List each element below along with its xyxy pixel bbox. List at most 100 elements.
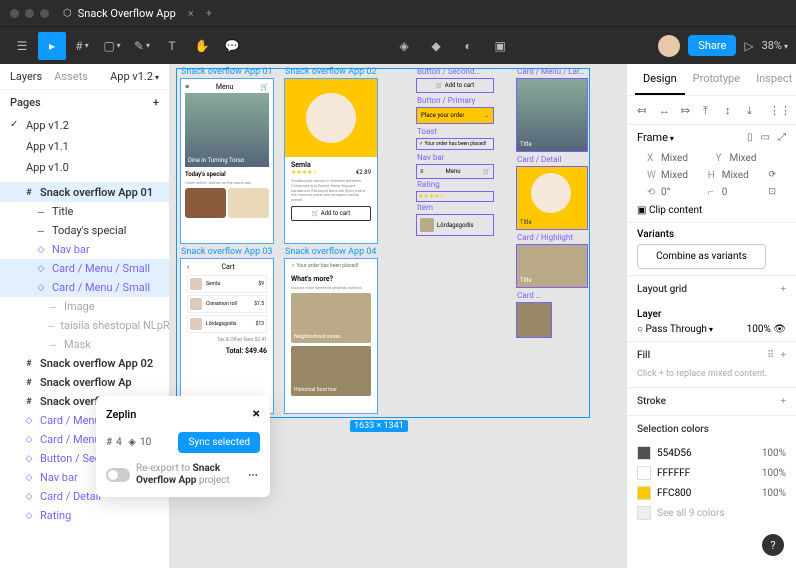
layer-row[interactable]: ─taisiia shestopal NLpRolH… <box>0 316 169 335</box>
add-grid-icon[interactable]: + <box>780 284 786 295</box>
y-field[interactable]: Mixed <box>730 153 757 164</box>
mask-icon[interactable]: ◆ <box>422 32 450 60</box>
sync-button[interactable]: Sync selected <box>178 432 260 453</box>
page-version[interactable]: App v1.2 <box>110 70 159 83</box>
combine-variants-button[interactable]: Combine as variants <box>637 244 766 269</box>
x-field[interactable]: Mixed <box>661 153 688 164</box>
add-page-icon[interactable]: + <box>153 96 159 109</box>
pen-tool[interactable]: ✎ <box>128 32 156 60</box>
tab-layers[interactable]: Layers <box>10 70 42 83</box>
corner-field[interactable]: 0 <box>722 187 728 198</box>
link-wh-icon[interactable]: ⟳ <box>768 170 776 181</box>
visibility-icon[interactable]: 👁 <box>773 324 786 335</box>
add-tab-button[interactable]: + <box>206 7 212 20</box>
align-vcenter-icon[interactable]: ↕ <box>725 104 737 116</box>
union-icon[interactable]: ▣ <box>486 32 514 60</box>
layer-row[interactable]: #Snack overflow App 01 <box>0 183 169 202</box>
opacity-field[interactable]: 100% <box>747 324 771 335</box>
page-item[interactable]: App v1.0 <box>0 157 169 178</box>
color-row[interactable]: FFC800100% <box>627 483 796 503</box>
help-button[interactable]: ? <box>762 534 784 556</box>
align-hcenter-icon[interactable]: ↔ <box>659 104 671 116</box>
align-top-icon[interactable]: ⤒ <box>703 104 715 116</box>
artboard[interactable]: Snack overflow App 04 ✓ Your order has b… <box>284 258 378 414</box>
page-item[interactable]: App v1.2 <box>0 115 169 136</box>
layer-row[interactable]: ◇Card / Menu / Small <box>0 278 169 297</box>
hero-image: Dine in Turning Torso <box>185 93 269 167</box>
align-right-icon[interactable]: ⤇ <box>681 104 693 116</box>
align-bottom-icon[interactable]: ⤓ <box>747 104 759 116</box>
shape-tool[interactable]: ▢ <box>98 32 126 60</box>
page-item[interactable]: App v1.1 <box>0 136 169 157</box>
layer-row[interactable]: ◇Nav bar <box>0 240 169 259</box>
file-tab[interactable]: Snack Overflow App <box>78 7 176 20</box>
clip-checkbox[interactable]: ▣ <box>637 205 646 216</box>
figma-icon: ⬡ <box>63 8 72 19</box>
reexport-toggle[interactable] <box>106 468 130 482</box>
variants-header: Variants <box>637 229 786 240</box>
layout-grid-header: Layout grid <box>637 284 687 295</box>
boolean-icon[interactable]: ◐ <box>454 32 482 60</box>
artboard[interactable]: Snack overflow App 02 Semla ★★★★☆€2.89 T… <box>284 78 378 244</box>
add-stroke-icon[interactable]: + <box>780 396 786 407</box>
frame-type[interactable]: Frame <box>637 131 674 144</box>
zoom-level[interactable]: 38% <box>762 39 788 52</box>
fill-hint: Click + to replace mixed content. <box>627 369 796 388</box>
frame-label: Snack overflow App 02 <box>285 67 376 77</box>
close-icon[interactable]: × <box>253 406 260 422</box>
tab-assets[interactable]: Assets <box>54 70 88 83</box>
frame-tool[interactable]: # <box>68 32 96 60</box>
tab-prototype[interactable]: Prototype <box>685 64 748 95</box>
frame-label: Snack overflow App 01 <box>181 67 272 77</box>
add-fill-icon[interactable]: + <box>780 350 786 361</box>
frame-landscape-icon[interactable]: ▭ <box>761 132 770 143</box>
frame-portrait-icon[interactable]: ▯ <box>747 132 753 143</box>
layer-row[interactable]: ─Title <box>0 202 169 221</box>
h-field[interactable]: Mixed <box>722 170 749 181</box>
fill-style-icon[interactable]: ⠿ <box>767 350 774 361</box>
present-icon[interactable]: ▷ <box>744 39 753 53</box>
component-icon[interactable]: ◈ <box>390 32 418 60</box>
color-row[interactable]: 554D56100% <box>627 443 796 463</box>
tab-close-icon[interactable]: × <box>188 7 194 20</box>
text-tool[interactable]: T <box>158 32 186 60</box>
color-row[interactable]: FFFFFF100% <box>627 463 796 483</box>
move-tool[interactable]: ▸ <box>38 32 66 60</box>
popup-counts: # 4 ◈ 10 <box>106 437 151 448</box>
rotation-field[interactable]: 0° <box>661 187 670 198</box>
layer-row[interactable]: ◇Rating <box>0 506 169 525</box>
layer-row[interactable]: #Snack overflow App 02 <box>0 354 169 373</box>
layer-row[interactable]: ◇Card / Menu / Small <box>0 259 169 278</box>
w-field[interactable]: Mixed <box>661 170 688 181</box>
fill-header: Fill <box>637 350 650 361</box>
more-icon[interactable]: ⋯ <box>248 470 260 481</box>
align-controls[interactable]: ⤆ ↔ ⤇ ⤒ ↕ ⤓ ⋮⋮ <box>627 96 796 125</box>
layers-list: #Snack overflow App 01─Title─Today's spe… <box>0 183 169 568</box>
layer-row[interactable]: ─Image <box>0 297 169 316</box>
tab-design[interactable]: Design <box>635 64 685 95</box>
resize-fit-icon[interactable]: ⤢ <box>778 132 786 143</box>
list-item: Semla$9 <box>187 275 267 293</box>
hand-tool[interactable]: ✋ <box>188 32 216 60</box>
layer-row[interactable]: ─Mask <box>0 335 169 354</box>
selection-colors-header: Selection colors <box>637 424 709 435</box>
user-avatar[interactable] <box>658 35 680 57</box>
frame-label: Snack overflow App 04 <box>285 247 376 257</box>
main-toolbar: ☰ ▸ # ▢ ✎ T ✋ 💬 ◈ ◆ ◐ ▣ Share ▷ 38% <box>0 26 796 64</box>
list-item: Cinnamon roll$7.5 <box>187 295 267 313</box>
tab-inspect[interactable]: Inspect <box>748 64 796 95</box>
see-all-colors[interactable]: See all 9 colors <box>657 508 725 519</box>
share-button[interactable]: Share <box>688 35 736 56</box>
artboard[interactable]: Snack overflow App 03 ‹Cart Semla$9Cinna… <box>180 258 274 414</box>
comment-tool[interactable]: 💬 <box>218 32 246 60</box>
corner-detail-icon[interactable]: ⊡ <box>768 187 776 198</box>
zeplin-popup: Zeplin× # 4 ◈ 10 Sync selected Re-export… <box>96 396 270 497</box>
blend-mode[interactable]: Pass Through <box>646 324 713 335</box>
align-left-icon[interactable]: ⤆ <box>637 104 649 116</box>
layer-row[interactable]: ─Today's special <box>0 221 169 240</box>
layer-row[interactable]: #Snack overflow Ap <box>0 373 169 392</box>
list-item: Lördagsgodis$13 <box>187 315 267 333</box>
distribute-icon[interactable]: ⋮⋮ <box>769 104 781 116</box>
artboard[interactable]: Snack overflow App 01 ≡ Menu 🛒 Dine in T… <box>180 78 274 244</box>
menu-icon[interactable]: ☰ <box>8 32 36 60</box>
